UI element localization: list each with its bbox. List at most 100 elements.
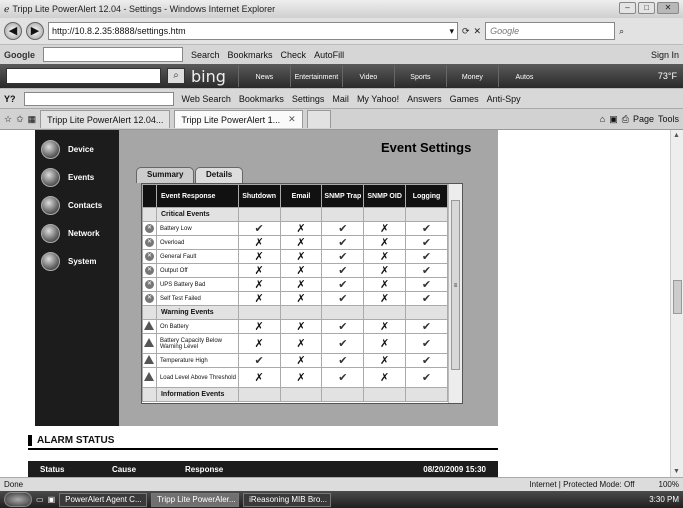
toggle-cell[interactable]: ✗ — [363, 353, 407, 368]
cross-icon[interactable]: ✗ — [380, 338, 389, 350]
google-search-input[interactable] — [43, 47, 183, 62]
yahoo-antispy[interactable]: Anti-Spy — [487, 94, 521, 104]
toggle-cell[interactable]: ✗ — [363, 367, 407, 388]
toggle-cell[interactable]: ✔ — [405, 353, 448, 368]
yahoo-my-yahoo[interactable]: My Yahoo! — [357, 94, 399, 104]
bing-nav-video[interactable]: Video — [341, 65, 394, 87]
cross-icon[interactable]: ✗ — [255, 265, 264, 277]
cross-icon[interactable]: ✗ — [380, 293, 389, 305]
toggle-cell[interactable]: ✗ — [279, 235, 323, 250]
cross-icon[interactable]: ✗ — [380, 355, 389, 367]
page-menu[interactable]: Page — [633, 114, 654, 124]
toggle-cell[interactable]: ✗ — [363, 319, 407, 334]
toggle-cell[interactable]: ✔ — [405, 367, 448, 388]
browser-tab-active[interactable]: Tripp Lite PowerAlert 1... ✕ — [174, 110, 303, 128]
check-icon[interactable]: ✔ — [338, 279, 347, 291]
start-button[interactable] — [4, 492, 32, 507]
toggle-cell[interactable]: ✗ — [237, 319, 281, 334]
quicklaunch-icon[interactable]: ▣ — [48, 495, 56, 504]
toggle-cell[interactable]: ✔ — [405, 333, 448, 354]
toggle-cell[interactable]: ✗ — [279, 263, 323, 278]
toggle-cell[interactable]: ✗ — [237, 235, 281, 250]
cross-icon[interactable]: ✗ — [255, 372, 264, 384]
toggle-cell[interactable]: ✔ — [237, 221, 281, 236]
toggle-cell[interactable]: ✔ — [405, 277, 448, 292]
cross-icon[interactable]: ✗ — [296, 223, 305, 235]
toggle-cell[interactable]: ✗ — [363, 333, 407, 354]
yahoo-games[interactable]: Games — [450, 94, 479, 104]
cross-icon[interactable]: ✗ — [380, 223, 389, 235]
toggle-cell[interactable]: ✔ — [405, 221, 448, 236]
toggle-cell[interactable]: ✔ — [321, 249, 365, 264]
toggle-cell[interactable]: ✔ — [405, 249, 448, 264]
cross-icon[interactable]: ✗ — [255, 251, 264, 263]
toggle-cell[interactable]: ✗ — [237, 249, 281, 264]
cross-icon[interactable]: ✗ — [296, 321, 305, 333]
page-scrollbar[interactable]: ▲ ▼ — [670, 130, 683, 477]
cross-icon[interactable]: ✗ — [255, 279, 264, 291]
search-input[interactable]: Google — [485, 22, 616, 40]
check-icon[interactable]: ✔ — [422, 265, 431, 277]
zoom-level[interactable]: 100% — [659, 480, 679, 489]
cross-icon[interactable]: ✗ — [296, 293, 305, 305]
check-icon[interactable]: ✔ — [422, 237, 431, 249]
cross-icon[interactable]: ✗ — [380, 372, 389, 384]
toggle-cell[interactable]: ✔ — [405, 291, 448, 306]
table-scroll-thumb[interactable]: ≡ — [451, 200, 460, 370]
close-tab-icon[interactable]: ✕ — [288, 114, 296, 125]
check-icon[interactable]: ✔ — [422, 279, 431, 291]
yahoo-web-search[interactable]: Web Search — [182, 94, 231, 104]
bing-search-icon[interactable]: ⌕ — [167, 68, 185, 84]
taskbar-item-active[interactable]: Tripp Lite PowerAler... — [151, 492, 240, 507]
toggle-cell[interactable]: ✔ — [405, 263, 448, 278]
bing-nav-autos[interactable]: Autos — [497, 65, 550, 87]
search-icon[interactable]: ⌕ — [619, 26, 624, 37]
stop-icon[interactable]: ✕ — [474, 26, 482, 37]
google-bookmarks-button[interactable]: Bookmarks — [228, 50, 273, 60]
toggle-cell[interactable]: ✗ — [237, 333, 281, 354]
back-button[interactable]: ◀ — [4, 22, 22, 40]
cross-icon[interactable]: ✗ — [296, 279, 305, 291]
check-icon[interactable]: ✔ — [338, 355, 347, 367]
sidebar-item-contacts[interactable]: Contacts — [35, 191, 119, 219]
cross-icon[interactable]: ✗ — [296, 265, 305, 277]
toggle-cell[interactable]: ✔ — [405, 235, 448, 250]
quicklaunch-icon[interactable]: ▭ — [36, 495, 44, 504]
scroll-down-icon[interactable]: ▼ — [673, 468, 680, 475]
toggle-cell[interactable]: ✗ — [237, 277, 281, 292]
check-icon[interactable]: ✔ — [338, 237, 347, 249]
toggle-cell[interactable]: ✗ — [363, 263, 407, 278]
toggle-cell[interactable]: ✔ — [321, 291, 365, 306]
toggle-cell[interactable]: ✗ — [279, 249, 323, 264]
toggle-cell[interactable]: ✗ — [237, 367, 281, 388]
sidebar-item-events[interactable]: Events — [35, 163, 119, 191]
toggle-cell[interactable]: ✗ — [279, 277, 323, 292]
yahoo-bookmarks[interactable]: Bookmarks — [239, 94, 284, 104]
taskbar-item[interactable]: PowerAlert Agent C... — [59, 492, 148, 507]
cross-icon[interactable]: ✗ — [296, 355, 305, 367]
toggle-cell[interactable]: ✔ — [321, 353, 365, 368]
toggle-cell[interactable]: ✗ — [279, 353, 323, 368]
minimize-button[interactable]: – — [619, 2, 636, 14]
check-icon[interactable]: ✔ — [338, 265, 347, 277]
cross-icon[interactable]: ✗ — [380, 279, 389, 291]
toggle-cell[interactable]: ✗ — [279, 367, 323, 388]
bing-nav-sports[interactable]: Sports — [393, 65, 446, 87]
sidebar-item-system[interactable]: System — [35, 247, 119, 275]
taskbar-item[interactable]: iReasoning MIB Bro... — [243, 492, 332, 507]
toggle-cell[interactable]: ✗ — [279, 221, 323, 236]
cross-icon[interactable]: ✗ — [255, 321, 264, 333]
cross-icon[interactable]: ✗ — [255, 338, 264, 350]
toggle-cell[interactable]: ✗ — [279, 319, 323, 334]
tab-summary[interactable]: Summary — [136, 167, 195, 183]
check-icon[interactable]: ✔ — [422, 372, 431, 384]
toggle-cell[interactable]: ✔ — [321, 333, 365, 354]
toggle-cell[interactable]: ✗ — [363, 235, 407, 250]
toggle-cell[interactable]: ✗ — [363, 277, 407, 292]
toggle-cell[interactable]: ✗ — [363, 291, 407, 306]
yahoo-settings[interactable]: Settings — [292, 94, 325, 104]
google-autofill-button[interactable]: AutoFill — [314, 50, 344, 60]
google-search-button[interactable]: Search — [191, 50, 220, 60]
feeds-icon[interactable]: ▣ — [609, 114, 618, 125]
toggle-cell[interactable]: ✔ — [321, 235, 365, 250]
